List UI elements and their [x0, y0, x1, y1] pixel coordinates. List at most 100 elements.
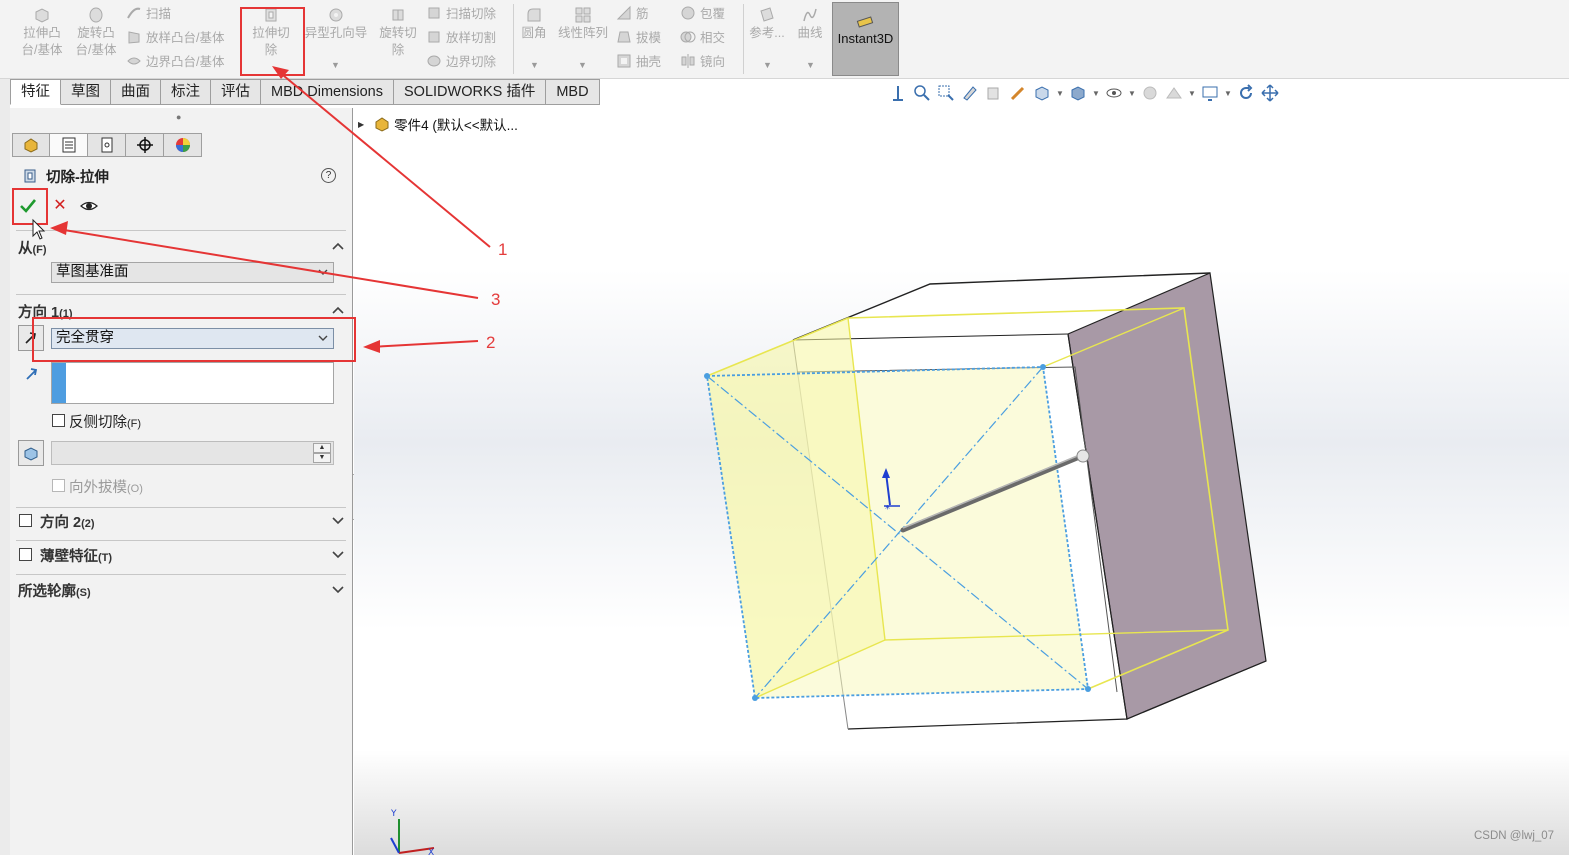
- section-view-icon[interactable]: [984, 83, 1004, 103]
- display-style-icon[interactable]: [1068, 83, 1088, 103]
- tab-mbd[interactable]: MBD: [546, 79, 600, 105]
- zoom-to-area-icon[interactable]: [936, 83, 956, 103]
- wrap-button[interactable]: 包覆: [680, 4, 725, 24]
- curves-dropdown[interactable]: ▼: [806, 60, 815, 70]
- pan-view-icon[interactable]: [1260, 83, 1280, 103]
- chevron-up-icon[interactable]: [332, 305, 344, 315]
- direction2-checkbox[interactable]: [19, 514, 32, 527]
- view-orientation-dropdown[interactable]: ▼: [1056, 89, 1064, 98]
- draft-outward-checkbox[interactable]: [52, 479, 65, 492]
- tab-mbd-dimensions[interactable]: MBD Dimensions: [261, 79, 394, 105]
- end-condition-select[interactable]: 完全贯穿: [51, 328, 334, 349]
- lofted-cut-button[interactable]: 放样切割: [426, 28, 496, 48]
- tab-sketch[interactable]: 草图: [61, 79, 111, 105]
- linear-pattern-dropdown[interactable]: ▼: [578, 60, 587, 70]
- extrude-cut-button[interactable]: 拉伸切 除: [243, 6, 299, 72]
- chevron-down-icon[interactable]: [332, 515, 344, 525]
- previous-view-icon[interactable]: [960, 83, 980, 103]
- tab-solidworks-addins[interactable]: SOLIDWORKS 插件: [394, 79, 547, 105]
- watermark-text: CSDN @lwj_07: [1474, 830, 1555, 842]
- swept-cut-button[interactable]: 扫描切除: [426, 4, 496, 24]
- revolve-cut-button[interactable]: 旋转切 除: [370, 6, 426, 72]
- swept-cut-icon: [428, 7, 440, 19]
- revolve-cut-icon: [392, 9, 404, 21]
- hole-wizard-dropdown[interactable]: ▼: [331, 60, 340, 70]
- tab-markup[interactable]: 标注: [161, 79, 211, 105]
- normal-to-icon[interactable]: [888, 83, 908, 103]
- chevron-down-icon[interactable]: [332, 549, 344, 559]
- hole-wizard-icon: [329, 8, 343, 22]
- boundary-cut-button[interactable]: 边界切除: [426, 52, 496, 72]
- panel-grip[interactable]: ●: [176, 112, 181, 122]
- boundary-boss-icon: [127, 57, 141, 65]
- tab-dimxpert-manager[interactable]: [126, 133, 164, 157]
- direction-selection-box[interactable]: [51, 362, 334, 404]
- dynamic-annotation-icon[interactable]: [1008, 83, 1028, 103]
- reverse-direction-button[interactable]: [18, 325, 44, 351]
- help-icon[interactable]: ?: [321, 168, 336, 183]
- apply-scene-dropdown[interactable]: ▼: [1188, 89, 1196, 98]
- ok-button[interactable]: [16, 194, 40, 218]
- draft-button[interactable]: 拔模: [616, 28, 661, 48]
- flip-side-cut-label: 反侧切除(F): [69, 415, 142, 431]
- rib-button[interactable]: 筋: [616, 4, 649, 24]
- hide-show-dropdown[interactable]: ▼: [1128, 89, 1136, 98]
- flyout-tree-part[interactable]: ▶ 零件4 (默认<<默认...: [358, 114, 518, 134]
- tab-display-manager[interactable]: [164, 133, 202, 157]
- display-manager-icon: [175, 138, 190, 152]
- shell-button[interactable]: 抽壳: [616, 52, 661, 72]
- lofted-cut-icon: [428, 31, 440, 43]
- section-divider: [16, 507, 346, 508]
- revolve-boss-button[interactable]: 旋转凸 台/基体: [68, 6, 124, 72]
- edit-appearance-icon[interactable]: [1140, 83, 1160, 103]
- view-settings-icon[interactable]: [1200, 83, 1220, 103]
- graphics-area[interactable]: [354, 105, 1569, 855]
- flip-side-cut-checkbox[interactable]: [52, 414, 65, 427]
- thin-feature-group-title[interactable]: 薄壁特征(T): [40, 545, 112, 566]
- expand-triangle-icon[interactable]: ▶: [358, 120, 364, 129]
- sweep-button[interactable]: 扫描: [126, 4, 171, 24]
- chevron-down-icon[interactable]: [332, 584, 344, 594]
- selected-contours-group-title[interactable]: 所选轮廓(S): [18, 580, 91, 601]
- thin-feature-checkbox[interactable]: [19, 548, 32, 561]
- ribbon-separator: [513, 4, 514, 74]
- tab-surfaces[interactable]: 曲面: [111, 79, 161, 105]
- extrude-cut-icon: [265, 8, 277, 22]
- extrude-boss-button[interactable]: 拉伸凸 台/基体: [14, 6, 70, 72]
- instant3d-toggle[interactable]: Instant3D: [832, 2, 899, 76]
- draft-on-off-button[interactable]: [18, 440, 44, 466]
- eye-icon: [80, 201, 98, 211]
- from-group-title[interactable]: 从(F): [18, 237, 47, 258]
- draft-icon: [617, 31, 631, 43]
- configuration-manager-icon: [101, 137, 112, 153]
- tab-evaluate[interactable]: 评估: [211, 79, 261, 105]
- tab-features[interactable]: 特征: [10, 79, 61, 105]
- rotate-view-icon[interactable]: [1236, 83, 1256, 103]
- tab-property-manager[interactable]: [50, 133, 88, 157]
- intersect-button[interactable]: 相交: [680, 28, 725, 48]
- chevron-up-icon[interactable]: [332, 241, 344, 251]
- cancel-button[interactable]: ✕: [50, 196, 70, 216]
- tab-feature-manager[interactable]: [12, 133, 50, 157]
- from-start-condition-select[interactable]: 草图基准面: [51, 262, 334, 283]
- mirror-button[interactable]: 镜向: [680, 52, 725, 72]
- spin-down-button[interactable]: ▼: [313, 453, 331, 463]
- direction1-group-title[interactable]: 方向 1(1): [18, 301, 73, 322]
- zoom-to-fit-icon[interactable]: [912, 83, 932, 103]
- left-edge-strip: [0, 79, 10, 855]
- fillet-dropdown[interactable]: ▼: [530, 60, 539, 70]
- tab-configuration-manager[interactable]: [88, 133, 126, 157]
- display-style-dropdown[interactable]: ▼: [1092, 89, 1100, 98]
- hide-show-items-icon[interactable]: [1104, 83, 1124, 103]
- boundary-boss-button[interactable]: 边界凸台/基体: [126, 52, 224, 72]
- apply-scene-icon[interactable]: [1164, 83, 1184, 103]
- view-settings-dropdown[interactable]: ▼: [1224, 89, 1232, 98]
- view-orientation-icon[interactable]: [1032, 83, 1052, 103]
- manager-pane-tabs: [12, 133, 202, 157]
- reference-dropdown[interactable]: ▼: [763, 60, 772, 70]
- direction2-group-title[interactable]: 方向 2(2): [40, 511, 95, 532]
- spin-up-button[interactable]: ▲: [313, 443, 331, 453]
- detailed-preview-button[interactable]: [78, 197, 100, 215]
- loft-boss-button[interactable]: 放样凸台/基体: [126, 28, 224, 48]
- draft-angle-input[interactable]: ▲ ▼: [51, 441, 334, 465]
